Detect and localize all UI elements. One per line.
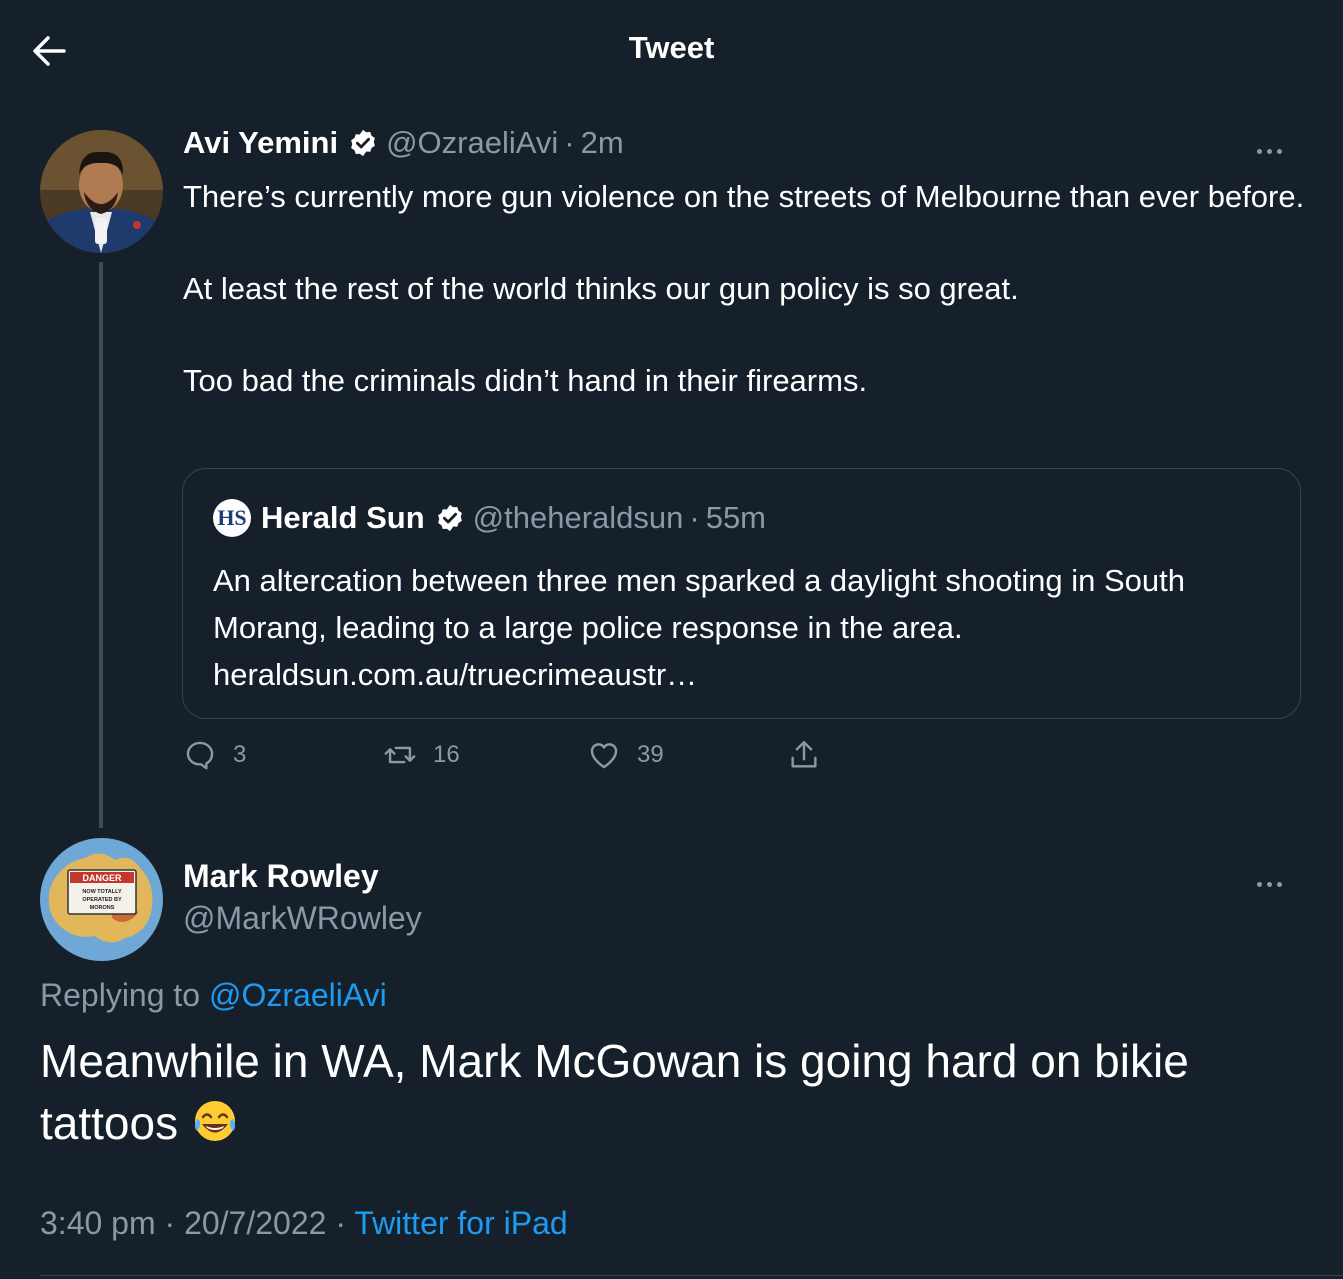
author-handle[interactable]: @OzraeliAvi [386,125,558,161]
retweet-icon [384,746,416,764]
tweet-source-link[interactable]: Twitter for iPad [354,1205,567,1241]
tweet-text: Meanwhile in WA, Mark McGowan is going h… [40,1030,1310,1154]
tweet-text: There’s currently more gun violence on t… [183,174,1313,450]
verified-badge-icon [351,129,375,157]
top-bar: Tweet [0,0,1343,100]
tweet-time[interactable]: 2m [581,125,624,161]
avatar-image [40,130,163,253]
quoted-text-body: An altercation between three men sparked… [213,563,1185,645]
herald-sun-logo: HS [213,499,251,537]
tweet-date[interactable]: 20/7/2022 [184,1205,326,1241]
separator: · [335,1205,346,1241]
face-with-tears-of-joy-icon [194,1101,235,1141]
retweet-count: 16 [433,741,460,768]
retweet-button[interactable]: 16 [383,738,460,772]
like-button[interactable]: 39 [587,738,664,772]
quoted-tweet-text: An altercation between three men sparked… [213,557,1273,698]
separator: · [689,500,700,535]
svg-text:OPERATED BY: OPERATED BY [82,897,122,903]
thread-connector [99,262,103,828]
tweet-metadata: 3:40 pm · 20/7/2022 · Twitter for iPad [40,1205,568,1242]
avatar[interactable]: DANGER NOW TOTALLY OPERATED BY MORONS [40,838,163,961]
quoted-author-handle: @theheraldsun [472,500,684,535]
replying-to: Replying to @OzraeliAvi [40,977,387,1014]
share-icon [791,741,817,768]
svg-text:MORONS: MORONS [90,905,115,911]
quoted-tweet-author: HS Herald Sun @theheraldsun · 55m [213,499,766,537]
separator: · [164,1205,176,1241]
replying-label: Replying to [40,977,201,1013]
quoted-text-link: heraldsun.com.au/truecrimeaustr… [213,657,698,692]
author-handle[interactable]: @MarkWRowley [183,900,422,937]
heart-icon [590,743,618,769]
separator: · [564,125,575,160]
more-options-icon[interactable] [1257,874,1287,887]
tweet-author: Avi Yemini @OzraeliAvi · 2m [183,125,624,161]
tweet-paragraph: At least the rest of the world thinks ou… [183,271,1019,306]
author-name[interactable]: Mark Rowley [183,858,379,895]
reply-button[interactable]: 3 [183,738,246,772]
share-button[interactable] [787,738,837,772]
reply-icon [186,741,214,770]
avatar[interactable] [40,130,163,253]
author-name[interactable]: Avi Yemini [183,125,338,161]
avatar-image: DANGER NOW TOTALLY OPERATED BY MORONS [40,838,163,961]
tweet-paragraph: There’s currently more gun violence on t… [183,179,1305,214]
page-title: Tweet [628,30,715,65]
divider [40,1275,1343,1276]
more-options-icon[interactable] [1257,141,1287,154]
verified-badge-icon [437,504,462,532]
quoted-tweet-time: 55m [705,500,767,535]
replying-to-link[interactable]: @OzraeliAvi [209,977,387,1013]
quoted-author-name: Herald Sun [261,500,425,535]
tweet-paragraph: Too bad the criminals didn’t hand in the… [183,363,868,398]
like-count: 39 [637,741,664,768]
quoted-tweet[interactable]: HS Herald Sun @theheraldsun · 55m An alt… [182,468,1301,719]
svg-text:NOW TOTALLY: NOW TOTALLY [82,889,122,895]
tweet-time[interactable]: 3:40 pm [40,1205,156,1241]
danger-sign-title: DANGER [82,873,122,883]
reply-count: 3 [233,741,247,768]
